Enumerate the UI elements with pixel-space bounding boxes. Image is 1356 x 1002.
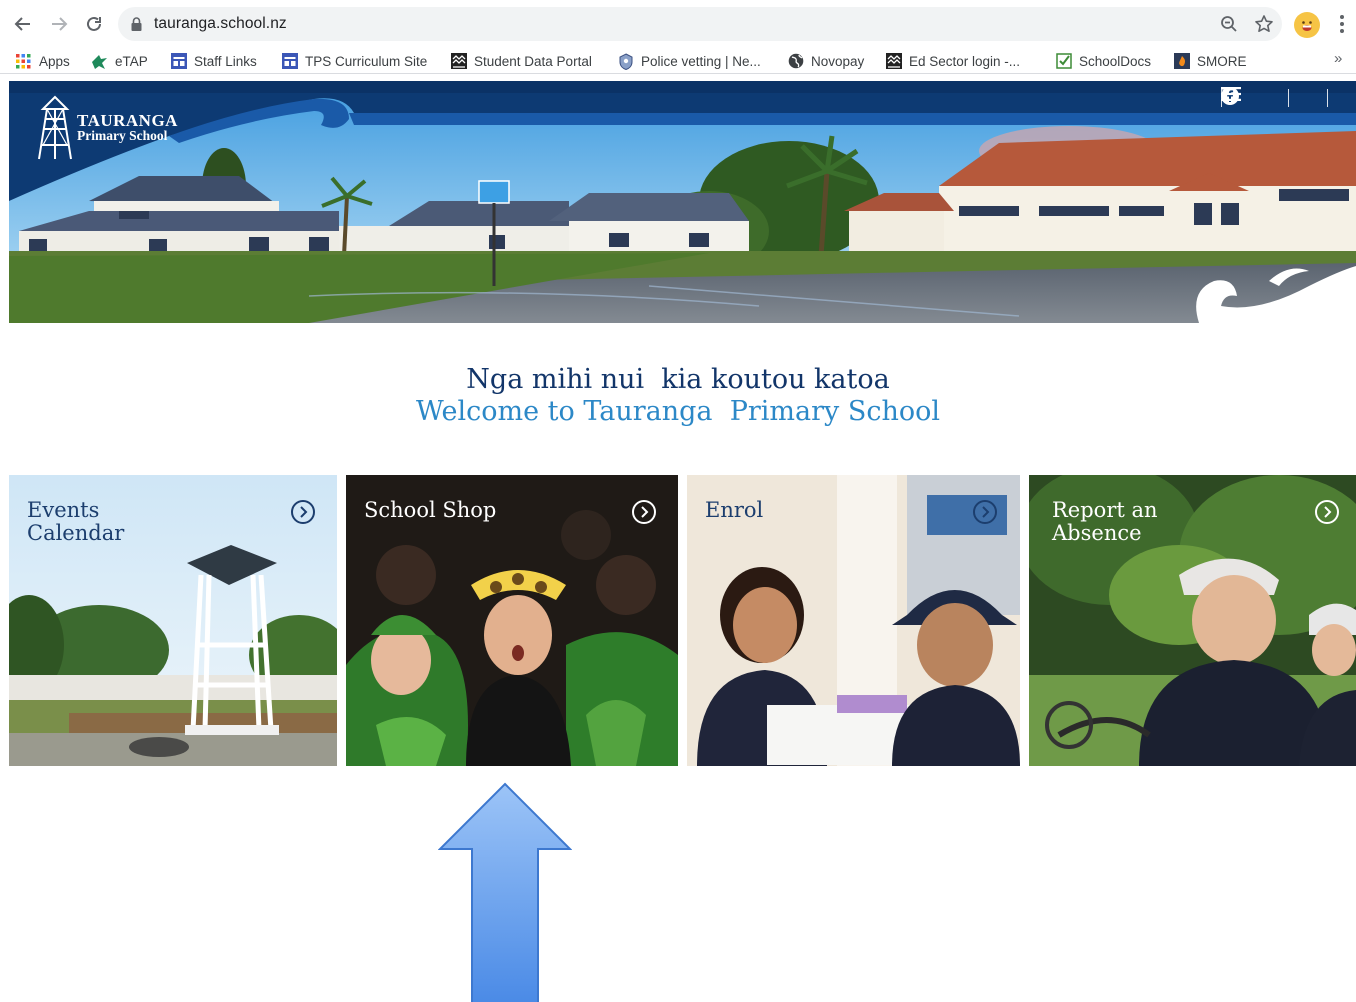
facebook-icon[interactable] (1221, 87, 1317, 107)
zoom-icon[interactable] (1220, 15, 1238, 33)
bookmark-label: Apps (39, 53, 70, 69)
curriculum-site-icon (281, 53, 298, 70)
welcome-english-greeting: Welcome to Tauranga Primary School (415, 396, 941, 427)
data-portal-icon (450, 53, 467, 70)
bookmark-label: SMORE (1197, 53, 1247, 69)
bookmark-tps-curriculum[interactable]: TPS Curriculum Site (281, 50, 427, 72)
annotation-up-arrow (438, 782, 572, 1002)
school-logo[interactable]: TAURANGA Primary School (33, 95, 193, 161)
forward-button[interactable] (46, 11, 72, 37)
browser-toolbar: tauranga.school.nz (0, 0, 1356, 46)
site-header-banner: TAURANGA Primary School (9, 81, 1356, 323)
bookmark-label: eTAP (115, 53, 148, 69)
browser-menu-icon[interactable] (1332, 12, 1352, 38)
globe-icon (787, 53, 804, 70)
header-utility-icons (1221, 87, 1356, 109)
reload-icon (87, 16, 101, 31)
bookmark-label: Novopay (811, 53, 865, 69)
bookmark-label: SchoolDocs (1079, 53, 1152, 69)
emoji-face-icon (1297, 15, 1317, 35)
bookmark-smore[interactable]: SMORE (1173, 50, 1247, 72)
back-arrow-icon (14, 17, 30, 31)
welcome-heading: Nga mihi nui kia koutou katoa Welcome to… (0, 364, 1356, 428)
tile-label: Enrol (705, 498, 764, 522)
arrow-circle-icon[interactable] (290, 499, 316, 525)
logo-subtitle: Primary School (77, 128, 168, 143)
tile-events-calendar[interactable]: Events Calendar (9, 475, 337, 766)
header-divider (1327, 89, 1328, 107)
address-bar[interactable]: tauranga.school.nz (118, 7, 1282, 41)
arrow-circle-icon[interactable] (972, 499, 998, 525)
cart-icon[interactable] (1222, 87, 1278, 107)
header-divider (1288, 89, 1289, 107)
reload-button[interactable] (81, 11, 107, 37)
menu-icon[interactable] (1221, 87, 1356, 107)
url-text[interactable]: tauranga.school.nz (154, 15, 287, 33)
ed-sector-icon (885, 53, 902, 70)
checkbox-icon (1055, 53, 1072, 70)
welcome-maori-greeting: Nga mihi nui kia koutou katoa (466, 364, 890, 395)
bookmark-label: TPS Curriculum Site (305, 53, 428, 69)
tile-school-shop[interactable]: School Shop (346, 475, 678, 766)
police-badge-icon (617, 52, 634, 70)
lock-icon (131, 17, 142, 31)
staff-links-icon (170, 53, 187, 70)
arrow-circle-icon[interactable] (1314, 499, 1340, 525)
tile-report-absence[interactable]: Report an Absence (1029, 475, 1356, 766)
bookmark-label: Ed Sector login -... (909, 53, 1021, 69)
tile-enrol[interactable]: Enrol (687, 475, 1020, 766)
bookmarks-overflow-button[interactable]: » (1334, 50, 1342, 67)
arrow-circle-icon[interactable] (631, 499, 657, 525)
campus-photo (9, 81, 1356, 323)
profile-avatar[interactable] (1294, 12, 1320, 38)
bookmark-novopay[interactable]: Novopay (787, 50, 864, 72)
tile-label: School Shop (364, 498, 497, 522)
bookmark-label: Police vetting | Ne... (641, 53, 761, 69)
bookmark-label: Staff Links (194, 53, 257, 69)
bookmark-police-vetting[interactable]: Police vetting | Ne... (617, 50, 761, 72)
bookmark-student-data-portal[interactable]: Student Data Portal (450, 50, 592, 72)
tile-label: Events Calendar (27, 498, 125, 545)
bookmark-star-icon[interactable] (1254, 14, 1274, 34)
forward-arrow-icon (52, 17, 68, 31)
bookmark-etap[interactable]: eTAP (91, 50, 148, 72)
bookmark-schooldocs[interactable]: SchoolDocs (1055, 50, 1151, 72)
bookmark-apps[interactable]: Apps (15, 50, 70, 72)
back-button[interactable] (10, 11, 36, 37)
bookmarks-bar: Apps eTAP Staff Links TPS Curriculum Sit… (0, 46, 1356, 74)
lighthouse-tower-icon (38, 95, 72, 160)
bookmark-staff-links[interactable]: Staff Links (170, 50, 257, 72)
etap-icon (91, 53, 108, 70)
apps-grid-icon (15, 53, 32, 70)
bookmark-ed-sector-login[interactable]: Ed Sector login -... (885, 50, 1020, 72)
tile-label: Report an Absence (1052, 498, 1158, 545)
smore-icon (1173, 53, 1190, 70)
bookmark-label: Student Data Portal (474, 53, 592, 69)
